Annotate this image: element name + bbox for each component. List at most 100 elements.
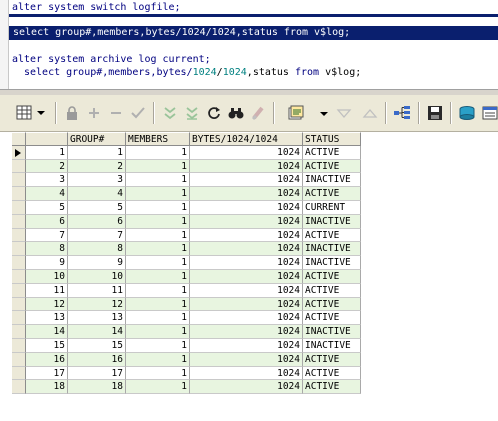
row-indicator[interactable] (12, 352, 26, 367)
table-row[interactable]: 2 2 1 1024 ACTIVE (12, 159, 361, 174)
cell-group[interactable]: 2 (68, 159, 126, 174)
cell-bytes[interactable]: 1024 (190, 269, 303, 284)
find-button[interactable] (226, 103, 246, 123)
cell-members[interactable]: 1 (126, 325, 190, 339)
cell-members[interactable]: 1 (126, 380, 190, 395)
row-indicator[interactable] (12, 173, 26, 188)
cell-group[interactable]: 10 (68, 269, 126, 284)
cell-group[interactable]: 1 (68, 145, 126, 160)
single-record-view-button[interactable] (480, 103, 498, 123)
cell-group[interactable]: 11 (68, 283, 126, 298)
row-indicator-header[interactable] (12, 132, 26, 146)
row-indicator[interactable] (12, 311, 26, 326)
cell-bytes[interactable]: 1024 (190, 366, 303, 381)
cell-members[interactable]: 1 (126, 352, 190, 367)
cell-members[interactable]: 1 (126, 311, 190, 326)
filter-down-button[interactable] (334, 103, 354, 123)
cell-members[interactable]: 1 (126, 256, 190, 270)
table-row[interactable]: 13 13 1 1024 ACTIVE (12, 311, 361, 326)
table-row[interactable]: 5 5 1 1024 CURRENT (12, 200, 361, 215)
cell-members[interactable]: 1 (126, 242, 190, 257)
cell-status[interactable]: ACTIVE (303, 366, 361, 381)
cell-status[interactable]: ACTIVE (303, 311, 361, 326)
cell-status[interactable]: INACTIVE (303, 325, 361, 339)
cell-bytes[interactable]: 1024 (190, 256, 303, 270)
cell-group[interactable]: 18 (68, 380, 126, 395)
cell-members[interactable]: 1 (126, 145, 190, 160)
table-row[interactable]: 12 12 1 1024 ACTIVE (12, 297, 361, 312)
column-header-group[interactable]: GROUP# (68, 132, 126, 146)
cell-members[interactable]: 1 (126, 214, 190, 229)
grid-menu-button[interactable] (14, 103, 48, 123)
row-indicator[interactable] (12, 366, 26, 381)
sql-line-selected-query[interactable]: select group#,members,bytes/1024/1024,st… (9, 26, 498, 40)
cell-members[interactable]: 1 (126, 228, 190, 243)
cell-bytes[interactable]: 1024 (190, 283, 303, 298)
row-indicator[interactable] (12, 380, 26, 395)
cell-bytes[interactable]: 1024 (190, 173, 303, 188)
row-indicator[interactable] (12, 297, 26, 312)
cell-bytes[interactable]: 1024 (190, 187, 303, 201)
add-record-button[interactable] (84, 103, 104, 123)
table-row[interactable]: 9 9 1 1024 INACTIVE (12, 256, 361, 270)
filter-up-button[interactable] (360, 103, 380, 123)
row-indicator[interactable] (12, 283, 26, 298)
cell-status[interactable]: ACTIVE (303, 380, 361, 395)
cell-status[interactable]: INACTIVE (303, 338, 361, 353)
cell-status[interactable]: ACTIVE (303, 145, 361, 160)
cell-status[interactable]: ACTIVE (303, 269, 361, 284)
cell-group[interactable]: 16 (68, 352, 126, 367)
cell-group[interactable]: 4 (68, 187, 126, 201)
cell-group[interactable]: 7 (68, 228, 126, 243)
table-row[interactable]: 4 4 1 1024 ACTIVE (12, 187, 361, 201)
row-indicator[interactable] (12, 338, 26, 353)
query-by-example-button[interactable] (457, 103, 477, 123)
table-row[interactable]: 14 14 1 1024 INACTIVE (12, 325, 361, 339)
sql-line-switch-logfile[interactable]: alter system switch logfile; (12, 1, 181, 15)
table-row[interactable]: 1 1 1 1024 ACTIVE (12, 145, 361, 160)
row-indicator[interactable] (12, 256, 26, 270)
column-header-bytes[interactable]: BYTES/1024/1024 (190, 132, 303, 146)
table-row[interactable]: 11 11 1 1024 ACTIVE (12, 283, 361, 298)
cell-bytes[interactable]: 1024 (190, 145, 303, 160)
cell-status[interactable]: INACTIVE (303, 173, 361, 188)
cell-status[interactable]: CURRENT (303, 200, 361, 215)
sql-line-archive-log[interactable]: alter system archive log current; (12, 53, 211, 67)
cell-status[interactable]: ACTIVE (303, 159, 361, 174)
lock-button[interactable] (62, 103, 82, 123)
cell-status[interactable]: ACTIVE (303, 283, 361, 298)
cell-group[interactable]: 5 (68, 200, 126, 215)
fetch-next-button[interactable] (160, 103, 180, 123)
tree-view-button[interactable] (392, 103, 412, 123)
cell-bytes[interactable]: 1024 (190, 297, 303, 312)
row-indicator[interactable] (12, 242, 26, 257)
column-header-members[interactable]: MEMBERS (126, 132, 190, 146)
save-button[interactable] (425, 103, 445, 123)
cell-status[interactable]: INACTIVE (303, 256, 361, 270)
row-indicator[interactable] (12, 159, 26, 174)
cell-status[interactable]: ACTIVE (303, 228, 361, 243)
fetch-last-button[interactable] (182, 103, 202, 123)
table-row[interactable]: 6 6 1 1024 INACTIVE (12, 214, 361, 229)
table-row[interactable]: 16 16 1 1024 ACTIVE (12, 352, 361, 367)
cell-group[interactable]: 14 (68, 325, 126, 339)
cell-members[interactable]: 1 (126, 187, 190, 201)
sql-line-select[interactable]: select group#,members,bytes/1024/1024,st… (24, 66, 361, 80)
cell-bytes[interactable]: 1024 (190, 159, 303, 174)
table-row[interactable]: 8 8 1 1024 INACTIVE (12, 242, 361, 257)
cell-members[interactable]: 1 (126, 159, 190, 174)
row-indicator[interactable] (12, 214, 26, 229)
column-header-status[interactable]: STATUS (303, 132, 361, 146)
cell-group[interactable]: 8 (68, 242, 126, 257)
row-indicator[interactable] (12, 325, 26, 339)
results-grid[interactable]: GROUP# MEMBERS BYTES/1024/1024 STATUS 11… (12, 132, 361, 395)
cell-status[interactable]: INACTIVE (303, 242, 361, 257)
table-row[interactable]: 17 17 1 1024 ACTIVE (12, 366, 361, 381)
cell-bytes[interactable]: 1024 (190, 242, 303, 257)
cell-members[interactable]: 1 (126, 269, 190, 284)
cell-members[interactable]: 1 (126, 338, 190, 353)
cell-group[interactable]: 3 (68, 173, 126, 188)
sql-editor[interactable]: alter system switch logfile; select grou… (0, 0, 498, 89)
refresh-button[interactable] (204, 103, 224, 123)
row-indicator[interactable] (12, 187, 26, 201)
